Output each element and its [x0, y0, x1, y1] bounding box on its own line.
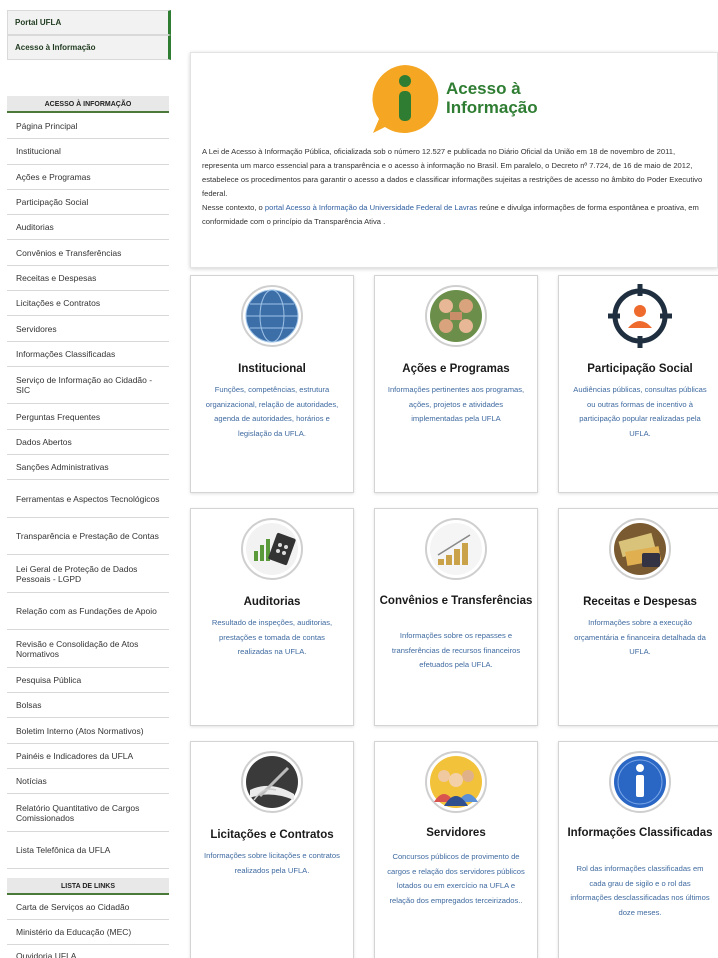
- card-title: Convênios e Transferências: [379, 595, 533, 607]
- sidebar-item-licitacoes[interactable]: Licitações e Contratos: [7, 291, 169, 317]
- sidebar-item-noticias[interactable]: Notícias: [7, 769, 169, 795]
- sidebar-item-ferramentas[interactable]: Ferramentas e Aspectos Tecnológicos: [7, 480, 169, 518]
- card-title: Institucional: [238, 363, 306, 375]
- globe-network-icon: [241, 285, 303, 347]
- card-title: Receitas e Despesas: [583, 596, 697, 608]
- sidebar-item-lista-telefonica[interactable]: Lista Telefônica da UFLA: [7, 832, 169, 870]
- intro-paragraph-1: A Lei de Acesso à Informação Pública, of…: [202, 147, 703, 198]
- target-person-icon: [608, 284, 672, 348]
- calculator-chart-icon: [241, 518, 303, 580]
- card-description: Informações sobre a execução orçamentári…: [574, 618, 706, 656]
- sidebar-section-title: ACESSO À INFORMAÇÃO: [7, 96, 169, 113]
- sidebar-item-transparencia[interactable]: Transparência e Prestação de Contas: [7, 518, 169, 556]
- people-group-icon: [425, 751, 487, 813]
- card-description: Audiências públicas, consultas públicas …: [573, 385, 707, 438]
- sidebar-item-auditorias[interactable]: Auditorias: [7, 215, 169, 241]
- money-calculator-icon: [609, 518, 671, 580]
- card-description: Informações sobre os repasses e transfer…: [391, 631, 521, 669]
- sidebar-menu: Página Principal Institucional Ações e P…: [7, 114, 169, 870]
- portal-ufla-link[interactable]: Portal UFLA: [7, 10, 171, 35]
- signing-pen-icon: [241, 751, 303, 813]
- card-title: Ações e Programas: [402, 363, 510, 375]
- coin-growth-icon: [425, 518, 487, 580]
- card-title: Auditorias: [243, 596, 301, 608]
- card-title: Servidores: [426, 827, 486, 839]
- intro-paragraph-2: Nesse contexto, o portal Acesso à Inform…: [202, 201, 710, 229]
- sidebar-item-acoes-programas[interactable]: Ações e Programas: [7, 165, 169, 190]
- intro-p2-start: Nesse contexto, o: [202, 203, 265, 212]
- info-bubble-icon: [372, 65, 439, 133]
- info-icon: [609, 751, 671, 813]
- card-participacao-social[interactable]: Participação Social Audiências públicas,…: [558, 275, 718, 493]
- card-description: Informações sobre licitações e contratos…: [204, 851, 340, 875]
- links-section-title: LISTA DE LINKS: [7, 878, 169, 895]
- card-licitacoes[interactable]: Licitações e Contratos Informações sobre…: [190, 741, 354, 958]
- link-carta-servicos[interactable]: Carta de Serviços ao Cidadão: [7, 895, 169, 920]
- sidebar-item-pesquisa-publica[interactable]: Pesquisa Pública: [7, 668, 169, 694]
- sidebar-item-pagina-principal[interactable]: Página Principal: [7, 114, 169, 140]
- sidebar-item-fundacoes[interactable]: Relação com as Fundações de Apoio: [7, 593, 169, 631]
- card-description: Rol das informações classificadas em cad…: [570, 864, 710, 917]
- card-description: Resultado de inspeções, auditorias, pres…: [211, 618, 333, 656]
- acesso-informacao-logo: Acesso à Informação: [369, 63, 559, 135]
- card-acoes-programas[interactable]: Ações e Programas Informações pertinente…: [374, 275, 538, 493]
- sidebar-item-institucional[interactable]: Institucional: [7, 139, 169, 165]
- sidebar-item-lgpd[interactable]: Lei Geral de Proteção de Dados Pessoais …: [7, 555, 169, 593]
- sidebar-item-sancoes[interactable]: Sanções Administrativas: [7, 455, 169, 481]
- card-title: Participação Social: [587, 363, 693, 375]
- sidebar-item-convenios[interactable]: Convênios e Transferências: [7, 240, 169, 266]
- card-servidores[interactable]: Servidores Concursos públicos de provime…: [374, 741, 538, 958]
- logo-line-1: Acesso à: [446, 79, 521, 98]
- sidebar-item-perguntas-frequentes[interactable]: Perguntas Frequentes: [7, 404, 169, 430]
- card-description: Funções, competências, estrutura organiz…: [205, 385, 339, 438]
- logo-line-2: Informação: [446, 98, 538, 117]
- sidebar-item-bolsas[interactable]: Bolsas: [7, 693, 169, 719]
- links-menu: Carta de Serviços ao Cidadão Ministério …: [7, 895, 169, 958]
- link-ouvidoria[interactable]: Ouvidoria UFLA: [7, 945, 169, 958]
- sidebar-item-dados-abertos[interactable]: Dados Abertos: [7, 430, 169, 456]
- card-title: Informações Classificadas: [567, 827, 713, 839]
- card-title: Licitações e Contratos: [210, 829, 334, 841]
- card-description: Concursos públicos de provimento de carg…: [387, 852, 525, 905]
- card-convenios[interactable]: Convênios e Transferências Informações s…: [374, 508, 538, 726]
- acesso-informacao-link[interactable]: Acesso à Informação: [7, 35, 171, 60]
- card-informacoes-classificadas[interactable]: Informações Classificadas Rol das inform…: [558, 741, 718, 958]
- sidebar-item-receitas-despesas[interactable]: Receitas e Despesas: [7, 266, 169, 292]
- sidebar-item-revisao-atos[interactable]: Revisão e Consolidação de Atos Normativo…: [7, 630, 169, 668]
- portal-acesso-link[interactable]: portal Acesso à Informação da Universida…: [265, 203, 477, 212]
- sidebar-item-sic[interactable]: Serviço de Informação ao Cidadão - SIC: [7, 367, 169, 405]
- sidebar-item-servidores[interactable]: Servidores: [7, 316, 169, 342]
- sidebar-item-relatorio-cargos[interactable]: Relatório Quantitativo de Cargos Comissi…: [7, 794, 169, 832]
- intro-panel: Acesso à Informação A Lei de Acesso à In…: [190, 52, 718, 268]
- sidebar-item-info-classificadas[interactable]: Informações Classificadas: [7, 342, 169, 367]
- hands-teamwork-icon: [425, 285, 487, 347]
- sidebar-item-participacao-social[interactable]: Participação Social: [7, 190, 169, 216]
- sidebar-item-paineis[interactable]: Painéis e Indicadores da UFLA: [7, 744, 169, 770]
- card-receitas-despesas[interactable]: Receitas e Despesas Informações sobre a …: [558, 508, 718, 726]
- card-auditorias[interactable]: Auditorias Resultado de inspeções, audit…: [190, 508, 354, 726]
- card-description: Informações pertinentes aos programas, a…: [387, 385, 525, 423]
- sidebar-item-boletim-interno[interactable]: Boletim Interno (Atos Normativos): [7, 718, 169, 744]
- intro-text: A Lei de Acesso à Informação Pública, of…: [202, 145, 710, 229]
- logo-text: Acesso à Informação: [446, 79, 538, 117]
- card-institucional[interactable]: Institucional Funções, competências, est…: [190, 275, 354, 493]
- link-mec[interactable]: Ministério da Educação (MEC): [7, 920, 169, 945]
